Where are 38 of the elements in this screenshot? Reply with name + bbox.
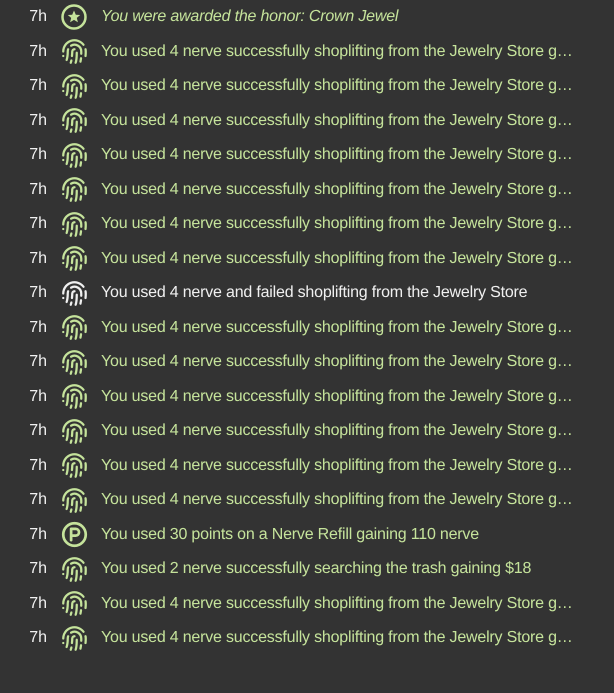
event-message: You used 4 nerve successfully shoplifting from the Jewelry Store g… bbox=[101, 248, 573, 269]
event-message: You used 4 nerve successfully shoplifting from the Jewelry Store g… bbox=[101, 421, 573, 442]
event-time: 7h bbox=[28, 7, 47, 28]
event-message: You used 4 nerve successfully shoplifting from the Jewelry Store g… bbox=[101, 214, 573, 234]
event-message: You used 4 nerve successfully shoplifting from the Jewelry Store g… bbox=[101, 352, 573, 372]
event-message: You used 4 nerve successfully shoplifting from the Jewelry Store g… bbox=[101, 42, 573, 62]
event-time: 7h bbox=[28, 110, 47, 131]
event-message: You used 4 nerve successfully shoplifting from the Jewelry Store g… bbox=[101, 180, 573, 200]
event-time: 7h bbox=[28, 145, 47, 166]
event-time: 7h bbox=[28, 421, 47, 442]
event-message: You used 4 nerve successfully shoplifting from the Jewelry Store g… bbox=[101, 145, 573, 166]
event-message: You used 4 nerve and failed shoplifting from the Jewelry Store bbox=[101, 283, 528, 304]
event-time: 7h bbox=[28, 42, 47, 62]
event-time: 7h bbox=[28, 559, 47, 580]
event-time: 7h bbox=[28, 628, 47, 648]
event-time: 7h bbox=[28, 180, 47, 200]
event-time: 7h bbox=[28, 524, 47, 545]
event-time: 7h bbox=[28, 594, 47, 614]
event-message: You used 4 nerve successfully shoplifting from the Jewelry Store g… bbox=[101, 490, 573, 510]
event-message: You used 4 nerve successfully shoplifting from the Jewelry Store g… bbox=[101, 594, 573, 614]
event-message: You used 4 nerve successfully shoplifting from the Jewelry Store g… bbox=[101, 318, 573, 338]
event-message: You used 4 nerve successfully shoplifting from the Jewelry Store g… bbox=[101, 628, 573, 648]
event-message: You used 2 nerve successfully searching the trash gaining $18 bbox=[101, 559, 532, 580]
event-message: You used 4 nerve successfully shoplifting from the Jewelry Store g… bbox=[101, 386, 573, 407]
event-time: 7h bbox=[28, 76, 47, 96]
event-time: 7h bbox=[28, 283, 47, 304]
event-message: You used 4 nerve successfully shoplifting from the Jewelry Store g… bbox=[101, 76, 573, 96]
event-message: You used 30 points on a Nerve Refill gaining 110 nerve bbox=[101, 524, 479, 545]
event-time: 7h bbox=[28, 214, 47, 234]
event-time: 7h bbox=[28, 490, 47, 510]
event-time: 7h bbox=[28, 386, 47, 407]
event-time: 7h bbox=[28, 456, 47, 476]
event-time: 7h bbox=[28, 248, 47, 269]
event-message: You used 4 nerve successfully shoplifting from the Jewelry Store g… bbox=[101, 456, 573, 476]
event-time: 7h bbox=[28, 352, 47, 372]
event-message: You were awarded the honor: Crown Jewel bbox=[101, 7, 398, 28]
event-time: 7h bbox=[28, 318, 47, 338]
event-message: You used 4 nerve successfully shoplifting from the Jewelry Store g… bbox=[101, 110, 573, 131]
